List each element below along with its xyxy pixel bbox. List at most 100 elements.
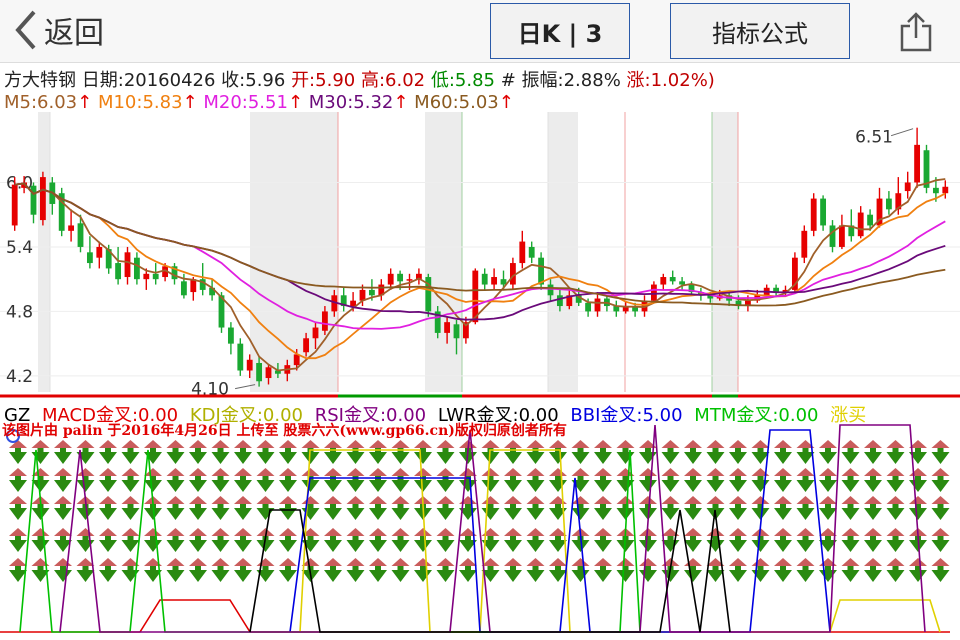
arrow-stem	[667, 448, 674, 456]
kline-chart[interactable]: 6.05.44.84.2 6.514.10	[0, 0, 960, 640]
candle-body	[124, 252, 131, 278]
signal-arrow	[189, 528, 207, 552]
signal-arrow	[369, 440, 387, 464]
arrow-stem	[937, 504, 944, 512]
signal-arrow	[189, 468, 207, 492]
signal-arrow	[864, 528, 882, 552]
arrow-stem	[307, 536, 314, 544]
signal-arrow	[189, 440, 207, 464]
candle-body	[491, 277, 498, 285]
shaded-band	[548, 112, 578, 392]
signal-arrow	[211, 440, 230, 464]
signal-arrow	[31, 440, 50, 464]
arrow-stem	[60, 448, 66, 456]
arrow-stem	[847, 476, 854, 484]
up-arrow-icon	[99, 558, 117, 566]
up-arrow-icon	[234, 528, 252, 536]
arrow-stem	[690, 448, 696, 456]
candle-body	[660, 277, 667, 285]
up-arrow-icon	[571, 440, 590, 448]
up-arrow-icon	[301, 468, 320, 476]
signal-arrow	[909, 496, 927, 520]
period-high-label: 6.51	[855, 128, 893, 148]
arrow-stem	[667, 504, 674, 512]
signal-arrow	[841, 468, 860, 492]
arrow-stem	[802, 476, 809, 484]
signal-arrow	[211, 468, 230, 492]
signal-arrow	[369, 558, 387, 582]
signal-arrow	[166, 496, 185, 520]
signal-arrow	[121, 528, 140, 552]
arrow-stem	[937, 476, 944, 484]
up-arrow-icon	[526, 558, 545, 566]
signal-arrow	[594, 528, 612, 552]
arrow-stem	[172, 536, 179, 544]
up-arrow-icon	[886, 440, 905, 448]
arrow-stem	[285, 566, 291, 574]
shaded-band	[712, 112, 738, 392]
arrow-stem	[465, 504, 471, 512]
up-arrow-icon	[369, 496, 387, 504]
candle-body	[115, 263, 122, 280]
candle-body	[904, 182, 911, 192]
up-arrow-icon	[234, 468, 252, 476]
candle-body	[867, 214, 874, 226]
up-arrow-icon	[324, 468, 342, 476]
up-arrow-icon	[279, 528, 297, 536]
candle-body	[885, 198, 892, 210]
up-arrow-icon	[279, 558, 297, 566]
arrow-stem	[217, 566, 224, 574]
signal-arrow	[369, 528, 387, 552]
arrow-stem	[105, 536, 111, 544]
arrow-stem	[172, 566, 179, 574]
signal-arrow	[166, 468, 185, 492]
signal-arrow	[121, 496, 140, 520]
arrow-stem	[487, 536, 494, 544]
arrow-stem	[825, 476, 831, 484]
arrow-stem	[825, 536, 831, 544]
signal-arrow	[526, 468, 545, 492]
arrow-stem	[847, 536, 854, 544]
up-arrow-icon	[189, 558, 207, 566]
price-axis-label: 5.4	[6, 238, 33, 258]
arrow-stem	[37, 448, 44, 456]
signal-arrow	[459, 558, 477, 582]
signal-arrow	[189, 496, 207, 520]
up-arrow-icon	[414, 558, 432, 566]
signal-arrow	[99, 496, 117, 520]
candle-body	[669, 277, 676, 282]
signal-arrow	[324, 496, 342, 520]
signal-arrow	[616, 558, 635, 582]
signal-arrow	[234, 558, 252, 582]
up-arrow-icon	[436, 558, 455, 566]
signal-arrow	[729, 440, 747, 464]
candle-body	[556, 295, 563, 307]
up-arrow-icon	[909, 496, 927, 504]
arrow-stem	[667, 476, 674, 484]
signal-arrow	[594, 558, 612, 582]
signal-arrow	[256, 468, 275, 492]
arrow-stem	[937, 536, 944, 544]
arrow-stem	[667, 536, 674, 544]
signal-arrow	[684, 558, 702, 582]
arrow-stem	[127, 566, 134, 574]
arrow-stem	[915, 448, 921, 456]
arrow-stem	[127, 504, 134, 512]
signal-arrow	[594, 440, 612, 464]
up-arrow-icon	[549, 496, 567, 504]
signal-arrow	[211, 528, 230, 552]
signal-arrow	[909, 468, 927, 492]
candle-body	[86, 252, 93, 264]
arrow-stem	[532, 476, 539, 484]
arrow-stem	[690, 536, 696, 544]
signal-arrow	[54, 558, 72, 582]
signal-arrow	[346, 440, 365, 464]
candle-body	[227, 327, 234, 344]
signal-arrow	[324, 528, 342, 552]
arrow-stem	[82, 566, 89, 574]
arrow-stem	[262, 504, 269, 512]
up-arrow-icon	[346, 468, 365, 476]
up-arrow-icon	[886, 496, 905, 504]
arrow-stem	[600, 448, 606, 456]
up-arrow-icon	[76, 468, 95, 476]
